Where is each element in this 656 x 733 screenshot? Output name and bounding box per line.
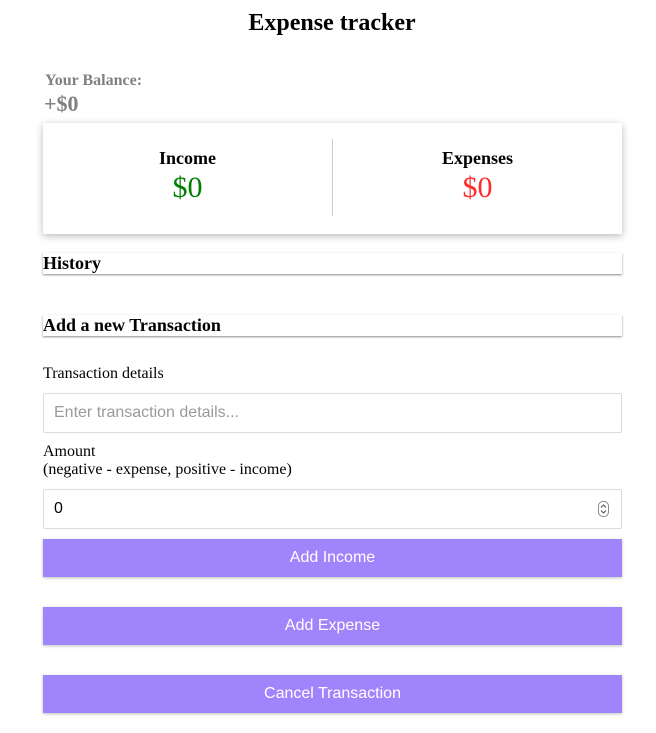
balance-label: Your Balance: <box>45 72 143 89</box>
amount-hint: (negative - expense, positive - income) <box>43 461 292 478</box>
amount-field <box>43 489 622 529</box>
chevron-up-down-icon <box>600 504 607 514</box>
add-income-button[interactable]: Add Income <box>43 539 622 577</box>
amount-label-text: Amount <box>43 443 96 460</box>
income-label: Income <box>159 148 216 168</box>
history-heading: History <box>43 253 622 274</box>
page-title: Expense tracker <box>248 10 416 36</box>
add-transaction-heading: Add a new Transaction <box>43 315 622 336</box>
expenses-panel: Expenses $0 <box>333 123 622 234</box>
expenses-value: $0 <box>462 171 493 204</box>
balance-value: +$0 <box>44 91 79 116</box>
amount-input[interactable] <box>43 489 622 529</box>
income-value: $0 <box>172 171 203 204</box>
transaction-details-input[interactable] <box>43 393 622 433</box>
transaction-details-label: Transaction details <box>43 365 164 382</box>
cancel-transaction-button[interactable]: Cancel Transaction <box>43 675 622 713</box>
income-panel: Income $0 <box>43 123 332 234</box>
expenses-label: Expenses <box>441 148 513 168</box>
add-expense-button[interactable]: Add Expense <box>43 607 622 645</box>
amount-label: Amount (negative - expense, positive - i… <box>43 443 292 479</box>
summary-card: Income $0 Expenses $0 <box>43 123 622 234</box>
amount-stepper-icon[interactable] <box>598 501 609 517</box>
